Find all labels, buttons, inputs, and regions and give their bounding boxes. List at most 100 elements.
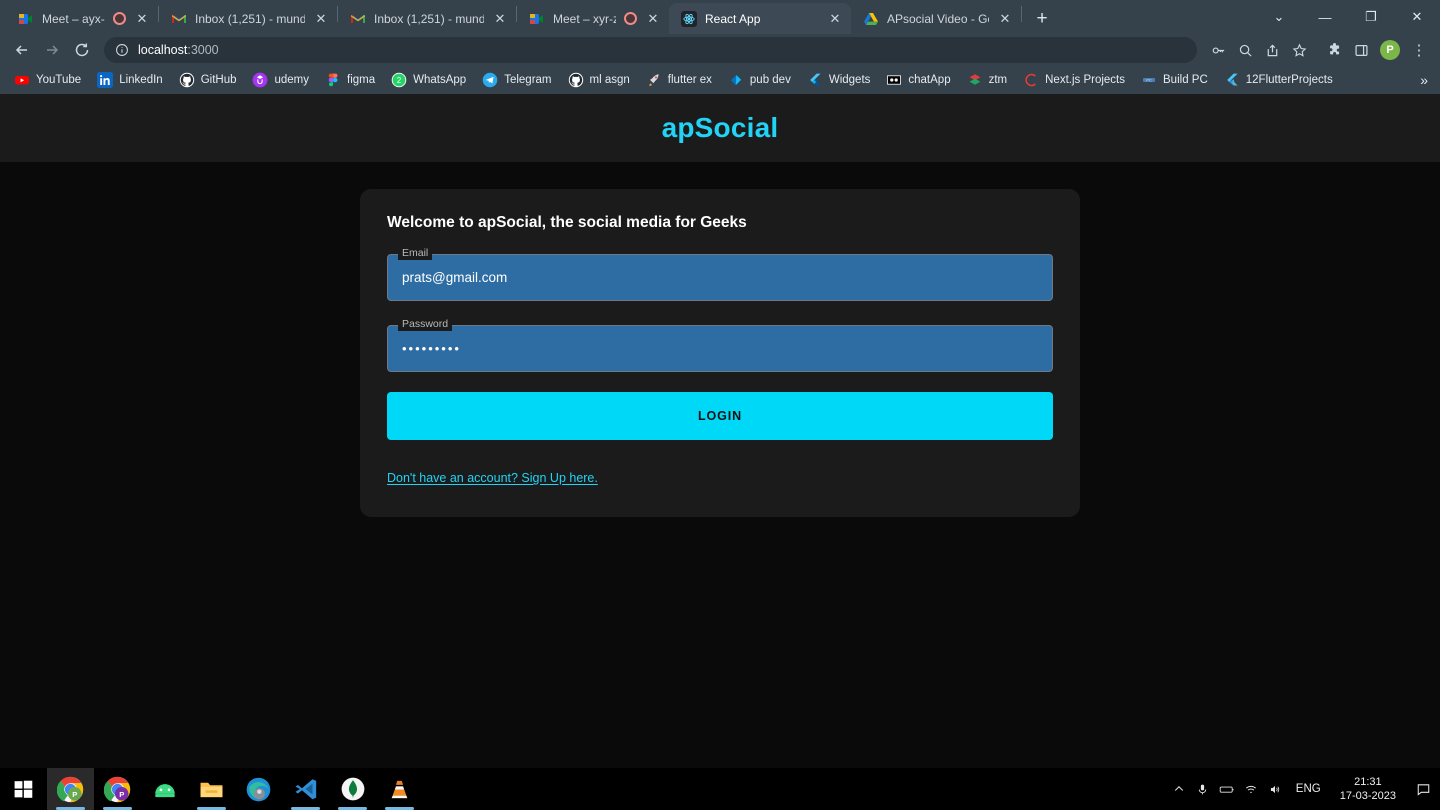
- taskbar-chrome-profile-p[interactable]: P: [47, 768, 94, 810]
- reload-button[interactable]: [68, 36, 96, 64]
- email-input[interactable]: prats@gmail.com: [387, 254, 1053, 301]
- microphone-icon[interactable]: [1191, 768, 1215, 810]
- telegram-icon: [482, 72, 498, 88]
- dart-rocket-icon: [646, 72, 662, 88]
- url-host: localhost: [138, 43, 188, 57]
- taskbar-microsoft-edge[interactable]: [235, 768, 282, 810]
- taskbar-mongodb-compass[interactable]: [329, 768, 376, 810]
- system-tray: ENG 21:31 17-03-2023: [1167, 768, 1440, 810]
- bookmark-telegram[interactable]: Telegram: [475, 70, 558, 90]
- taskbar-vs-code[interactable]: [282, 768, 329, 810]
- youtube-icon: [14, 72, 30, 88]
- bookmark-flutter-ex[interactable]: flutter ex: [639, 70, 719, 90]
- tab-recording-indicator-icon: [624, 12, 637, 25]
- email-field-wrapper: Email prats@gmail.com: [387, 247, 1053, 301]
- browser-tab-0[interactable]: Meet – ayx-gppm-pfw ✕: [6, 3, 158, 34]
- browser-tab-4-active[interactable]: React App ✕: [669, 3, 851, 34]
- taskbar-vlc-player[interactable]: [376, 768, 423, 810]
- taskbar-file-explorer[interactable]: [188, 768, 235, 810]
- browser-tab-1[interactable]: Inbox (1,251) - mundadapra ✕: [159, 3, 337, 34]
- browser-menu-button[interactable]: ⋮: [1406, 36, 1432, 64]
- tab-recording-indicator-icon: [113, 12, 126, 25]
- forward-button[interactable]: [38, 36, 66, 64]
- tab-close-button[interactable]: ✕: [134, 11, 150, 27]
- tab-title: React App: [705, 11, 761, 26]
- bookmark-label: udemy: [274, 74, 310, 86]
- bookmark-widgets[interactable]: Widgets: [800, 70, 878, 90]
- login-button[interactable]: LOGIN: [387, 392, 1053, 440]
- taskbar-chrome-profile-purple[interactable]: P: [94, 768, 141, 810]
- close-window-button[interactable]: ✕: [1394, 0, 1440, 34]
- notification-icon[interactable]: [1406, 768, 1440, 810]
- new-tab-button[interactable]: +: [1028, 4, 1056, 32]
- bookmark-label: LinkedIn: [119, 74, 163, 86]
- bookmark-label: Telegram: [504, 74, 552, 86]
- bookmarks-overflow-button[interactable]: »: [1414, 72, 1434, 88]
- maximize-button[interactable]: ❐: [1348, 0, 1394, 34]
- tab-close-button[interactable]: ✕: [313, 11, 329, 27]
- bookmark-whatsapp[interactable]: 2 WhatsApp: [384, 70, 473, 90]
- wifi-icon[interactable]: [1239, 768, 1263, 810]
- bookmark-12flutterprojects[interactable]: 12FlutterProjects: [1217, 70, 1340, 90]
- bookmark-label: WhatsApp: [413, 74, 467, 86]
- bookmark-chatapp[interactable]: chatApp: [879, 70, 957, 90]
- tab-title: APsocial Video - Google Dr: [887, 11, 989, 26]
- bookmark-build-pc[interactable]: PC Build PC: [1134, 70, 1215, 90]
- udemy-icon: [252, 72, 268, 88]
- bookmark-figma[interactable]: figma: [318, 70, 382, 90]
- tab-close-button[interactable]: ✕: [492, 11, 508, 27]
- share-icon[interactable]: [1259, 36, 1285, 64]
- back-button[interactable]: [8, 36, 36, 64]
- tab-close-button[interactable]: ✕: [827, 11, 843, 27]
- side-panel-icon[interactable]: [1348, 36, 1374, 64]
- search-icon[interactable]: [1232, 36, 1258, 64]
- language-indicator[interactable]: ENG: [1287, 783, 1330, 795]
- browser-tab-3[interactable]: Meet – xyr-zyfx-bux ✕: [517, 3, 669, 34]
- bookmark-udemy[interactable]: udemy: [245, 70, 316, 90]
- tab-close-button[interactable]: ✕: [645, 11, 661, 27]
- bookmark-label: 12FlutterProjects: [1245, 74, 1333, 86]
- flutter-icon: [1224, 72, 1240, 88]
- login-card-title: Welcome to apSocial, the social media fo…: [387, 214, 747, 231]
- tab-close-button[interactable]: ✕: [997, 11, 1013, 27]
- password-input[interactable]: •••••••••: [387, 325, 1053, 372]
- github-icon: [568, 72, 584, 88]
- nextjs-icon: [1023, 72, 1039, 88]
- pubdev-icon: [728, 72, 744, 88]
- bookmarks-bar: YouTube LinkedIn GitHub udemy figma 2 Wh…: [0, 66, 1440, 94]
- browser-tab-2[interactable]: Inbox (1,251) - mundadapra ✕: [338, 3, 516, 34]
- bookmark-pub-dev[interactable]: pub dev: [721, 70, 798, 90]
- clock-time: 21:31: [1354, 776, 1382, 788]
- bookmark-linkedin[interactable]: LinkedIn: [90, 70, 169, 90]
- key-icon[interactable]: [1205, 36, 1231, 64]
- taskbar-android-studio[interactable]: [141, 768, 188, 810]
- bookmark-label: flutter ex: [667, 74, 712, 86]
- battery-icon[interactable]: [1215, 768, 1239, 810]
- google-meet-icon: [529, 11, 545, 27]
- react-icon: [681, 10, 697, 27]
- bookmark-nextjs-projects[interactable]: Next.js Projects: [1016, 70, 1132, 90]
- bookmark-ztm[interactable]: ztm: [960, 70, 1015, 90]
- address-bar[interactable]: localhost:3000: [104, 37, 1197, 63]
- extensions-icon[interactable]: [1321, 36, 1347, 64]
- clock[interactable]: 21:31 17-03-2023: [1330, 775, 1406, 803]
- start-button[interactable]: [0, 768, 47, 810]
- app-header: apSocial: [0, 94, 1440, 162]
- minimize-button[interactable]: —: [1302, 0, 1348, 34]
- bookmark-github[interactable]: GitHub: [172, 70, 244, 90]
- browser-tab-5[interactable]: APsocial Video - Google Dr ✕: [851, 3, 1021, 34]
- profile-avatar[interactable]: P: [1380, 40, 1400, 60]
- signup-link[interactable]: Don't have an account? Sign Up here.: [387, 471, 598, 485]
- bookmark-star-icon[interactable]: [1286, 36, 1312, 64]
- svg-text:2: 2: [397, 76, 402, 85]
- svg-text:P: P: [72, 790, 77, 799]
- tray-expand-chevron-icon[interactable]: [1167, 768, 1191, 810]
- tab-search-button[interactable]: ⌄: [1256, 0, 1302, 34]
- site-info-icon[interactable]: [115, 43, 129, 57]
- bookmark-ml-asgn[interactable]: ml asgn: [561, 70, 637, 90]
- browser-toolbar: localhost:3000 P ⋮: [0, 34, 1440, 66]
- login-card: Welcome to apSocial, the social media fo…: [360, 189, 1080, 517]
- volume-icon[interactable]: [1263, 768, 1287, 810]
- bookmark-youtube[interactable]: YouTube: [7, 70, 88, 90]
- tab-divider: [1021, 5, 1022, 22]
